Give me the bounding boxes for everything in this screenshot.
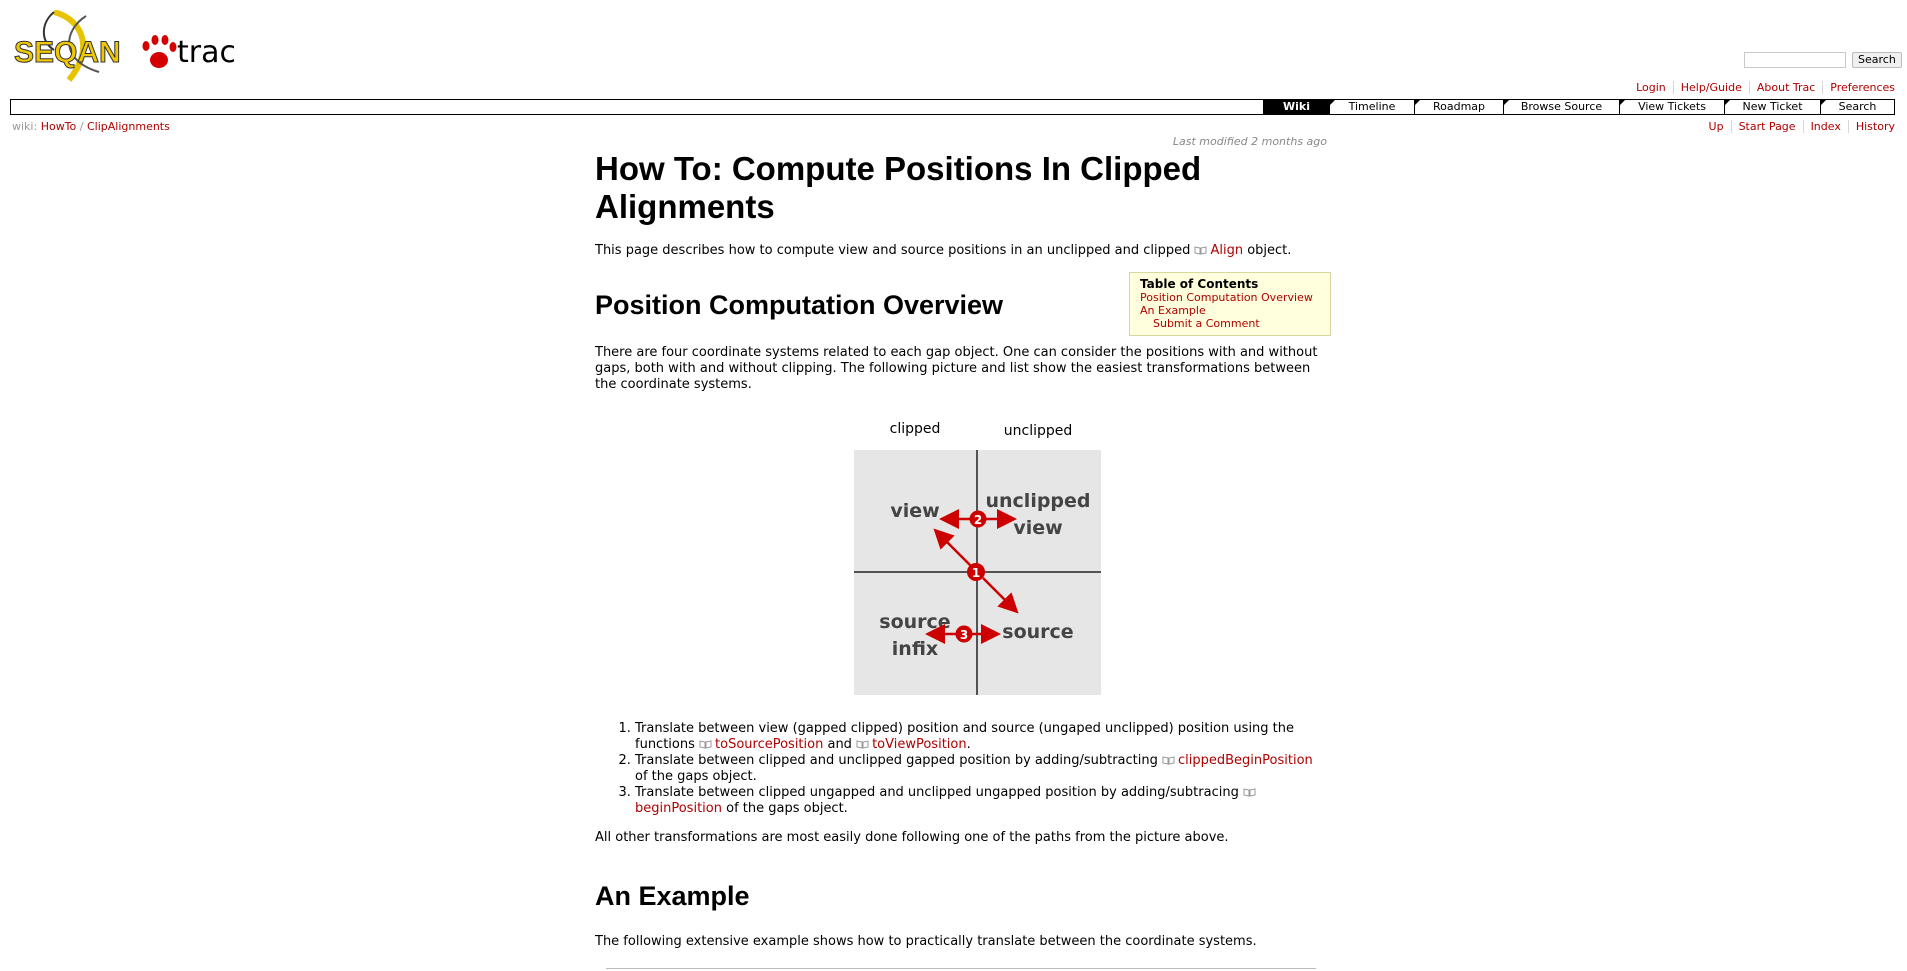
quadrant-source-infix-line2: infix [892,638,938,660]
logo-text-seqan: SEQAN [14,36,121,69]
tab-search[interactable]: Search [1820,100,1894,114]
list-item: Translate between clipped and unclipped … [635,753,1327,785]
breadcrumb-item-howto[interactable]: HowTo [41,120,77,133]
beginposition-label: beginPosition [635,801,722,816]
list-item-text: . [966,737,971,752]
list-item: Translate between view (gapped clipped) … [635,721,1327,753]
tab-browse-source[interactable]: Browse Source [1503,100,1619,114]
section-example-title: An Example [595,881,750,911]
tab-timeline[interactable]: Timeline [1329,100,1414,114]
help-guide-link[interactable]: Help/Guide [1672,81,1749,94]
quadrant-unclipped-view-line2: view [1013,517,1062,539]
list-item-text: and [823,737,857,752]
col-label-clipped: clipped [890,421,941,437]
index-link[interactable]: Index [1802,120,1848,133]
quadrant-unclipped-view-line1: unclipped [985,490,1090,512]
list-item: Translate between clipped ungapped and u… [635,785,1327,817]
toc-title: Table of Contents [1140,277,1259,291]
main-nav: Wiki Timeline Roadmap Browse Source View… [10,99,1895,115]
tab-roadmap[interactable]: Roadmap [1414,100,1503,114]
marker-3-label: 3 [960,628,968,642]
book-icon [856,740,869,749]
book-icon [1162,756,1175,765]
about-trac-link[interactable]: About Trac [1748,81,1822,94]
intro-paragraph: This page describes how to compute view … [595,243,1327,259]
tab-wiki[interactable]: Wiki [1263,100,1329,114]
quadrant-view: view [890,500,939,522]
quadrant-source-infix-line1: source [879,611,950,633]
paw-icon [142,35,177,68]
list-item-text: of the gaps object. [721,801,848,816]
intro-text-end: object. [1243,243,1292,258]
breadcrumb-item-clipalignments[interactable]: ClipAlignments [87,120,170,133]
up-link[interactable]: Up [1702,120,1731,133]
after-list-paragraph: All other transformations are most easil… [595,830,1229,845]
tosourceposition-link[interactable]: toSourcePosition [699,737,823,752]
toc-item-position-computation[interactable]: Position Computation Overview [1140,291,1320,304]
toc-item-an-example[interactable]: An Example [1140,304,1320,317]
toc-item-submit-comment[interactable]: Submit a Comment [1140,317,1320,330]
section-example-text: The following extensive example shows ho… [595,934,1257,949]
section-position-computation-text: There are four coordinate systems relate… [595,345,1318,392]
history-link[interactable]: History [1847,120,1895,133]
align-link[interactable]: Align [1194,243,1243,258]
quadrant-source: source [1002,621,1073,643]
toviewposition-label: toViewPosition [872,737,967,752]
seqan-trac-logo[interactable]: SEQAN trac [14,10,234,82]
tab-new-ticket[interactable]: New Ticket [1724,100,1820,114]
search-button[interactable]: Search [1852,52,1902,68]
book-icon [1194,246,1207,255]
toviewposition-link[interactable]: toViewPosition [856,737,967,752]
transformations-list: Translate between view (gapped clipped) … [595,721,1327,817]
code-block-top-edge [606,968,1316,969]
align-link-label: Align [1210,243,1244,258]
context-nav: Up Start Page Index History [1702,120,1895,133]
book-icon [699,740,712,749]
table-of-contents: Table of Contents Position Computation O… [1129,272,1331,336]
marker-2-label: 2 [974,513,982,527]
meta-nav: Login Help/Guide About Trac Preferences [1629,81,1895,94]
coordinate-systems-diagram: clipped unclipped gapped ungapped view u… [854,421,1101,695]
last-modified: Last modified 2 months ago [1172,135,1327,148]
search-input[interactable] [1744,52,1846,68]
tosourceposition-label: toSourcePosition [715,737,824,752]
clippedbeginposition-label: clippedBeginPosition [1178,753,1313,768]
col-label-unclipped: unclipped [1004,423,1073,439]
tab-view-tickets[interactable]: View Tickets [1619,100,1724,114]
list-item-text: Translate between clipped ungapped and u… [635,785,1243,800]
breadcrumb-prefix: wiki: [12,120,38,133]
login-link[interactable]: Login [1629,81,1673,94]
logo-text-trac: trac [177,35,234,70]
book-icon [1243,788,1256,797]
page-title: How To: Compute Positions In Clipped Ali… [595,150,1202,225]
preferences-link[interactable]: Preferences [1822,81,1895,94]
marker-1-label: 1 [972,566,980,580]
breadcrumb-separator: / [79,120,84,133]
start-page-link[interactable]: Start Page [1730,120,1803,133]
list-item-text: Translate between clipped and unclipped … [635,753,1163,768]
intro-text: This page describes how to compute view … [595,243,1195,258]
breadcrumb: wiki: HowTo / ClipAlignments [12,120,170,133]
list-item-text: of the gaps object. [635,769,757,784]
clippedbeginposition-link[interactable]: clippedBeginPosition [1162,753,1313,768]
